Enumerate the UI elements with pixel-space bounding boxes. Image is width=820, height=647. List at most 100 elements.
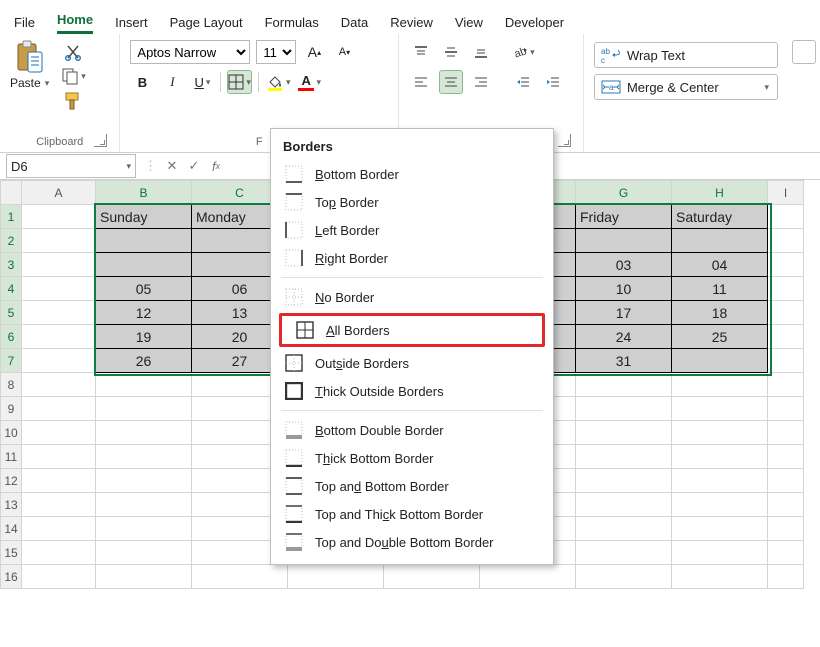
- cell[interactable]: 24: [576, 325, 672, 349]
- cell[interactable]: 19: [96, 325, 192, 349]
- underline-button[interactable]: U▾: [190, 70, 214, 94]
- borders-button[interactable]: ▾: [227, 70, 252, 94]
- tab-home[interactable]: Home: [57, 12, 93, 34]
- cancel-formula-icon[interactable]: ✕: [161, 155, 183, 177]
- border-top-bottom-item[interactable]: Top and Bottom Border: [271, 472, 553, 500]
- cell[interactable]: Sunday: [96, 205, 192, 229]
- wrap-text-icon: abc: [601, 46, 621, 64]
- row-header[interactable]: 16: [1, 565, 22, 589]
- border-thick-bottom-item[interactable]: Thick Bottom Border: [271, 444, 553, 472]
- cell[interactable]: 04: [672, 253, 768, 277]
- paste-button[interactable]: Paste▾: [10, 76, 49, 90]
- fill-color-button[interactable]: ▾: [265, 70, 292, 94]
- decrease-indent-icon[interactable]: [511, 70, 535, 94]
- row-header[interactable]: 4: [1, 277, 22, 301]
- col-header[interactable]: I: [768, 181, 804, 205]
- font-size-select[interactable]: 11: [256, 40, 296, 64]
- align-bottom-icon[interactable]: [469, 40, 493, 64]
- tab-developer[interactable]: Developer: [505, 15, 564, 34]
- fx-icon[interactable]: fx: [205, 155, 227, 177]
- border-top-double-bottom-item[interactable]: Top and Double Bottom Border: [271, 528, 553, 556]
- cell[interactable]: Friday: [576, 205, 672, 229]
- tab-insert[interactable]: Insert: [115, 15, 148, 34]
- row-header[interactable]: 2: [1, 229, 22, 253]
- row-header[interactable]: 5: [1, 301, 22, 325]
- border-outside-item[interactable]: Outside Borders: [271, 349, 553, 377]
- cell[interactable]: 25: [672, 325, 768, 349]
- cell[interactable]: 18: [672, 301, 768, 325]
- align-left-icon[interactable]: [409, 70, 433, 94]
- col-header[interactable]: A: [22, 181, 96, 205]
- cell[interactable]: 11: [672, 277, 768, 301]
- row-header[interactable]: 1: [1, 205, 22, 229]
- border-left-item[interactable]: Left Border: [271, 216, 553, 244]
- border-all-item[interactable]: All Borders: [282, 316, 542, 344]
- italic-button[interactable]: I: [160, 70, 184, 94]
- cell[interactable]: 03: [576, 253, 672, 277]
- align-right-icon[interactable]: [469, 70, 493, 94]
- wrap-text-label: Wrap Text: [627, 48, 685, 63]
- align-center-icon[interactable]: [439, 70, 463, 94]
- tab-pagelayout[interactable]: Page Layout: [170, 15, 243, 34]
- row-header[interactable]: 15: [1, 541, 22, 565]
- enter-formula-icon[interactable]: ✓: [183, 155, 205, 177]
- cell[interactable]: 10: [576, 277, 672, 301]
- paste-icon[interactable]: [15, 40, 45, 74]
- cut-icon[interactable]: [61, 43, 86, 61]
- orientation-icon[interactable]: ab▾: [511, 40, 536, 64]
- row-header[interactable]: 13: [1, 493, 22, 517]
- wrap-text-button[interactable]: abc Wrap Text: [594, 42, 778, 68]
- decrease-font-icon[interactable]: A▾: [332, 40, 356, 64]
- row-header[interactable]: 6: [1, 325, 22, 349]
- group-clipboard-label: Clipboard: [10, 132, 109, 152]
- font-name-select[interactable]: Aptos Narrow: [130, 40, 250, 64]
- merge-center-button[interactable]: a Merge & Center ▾: [594, 74, 778, 100]
- cell[interactable]: Saturday: [672, 205, 768, 229]
- increase-indent-icon[interactable]: [541, 70, 565, 94]
- border-right-item[interactable]: Right Border: [271, 244, 553, 272]
- alignment-launcher-icon[interactable]: [558, 134, 571, 147]
- border-none-item[interactable]: No Border: [271, 283, 553, 311]
- border-thick-outside-item[interactable]: Thick Outside Borders: [271, 377, 553, 405]
- border-top-thick-bottom-item[interactable]: Top and Thick Bottom Border: [271, 500, 553, 528]
- copy-icon[interactable]: ▾: [61, 67, 86, 85]
- col-header[interactable]: G: [576, 181, 672, 205]
- tab-review[interactable]: Review: [390, 15, 433, 34]
- row-header[interactable]: 14: [1, 517, 22, 541]
- row-header[interactable]: 7: [1, 349, 22, 373]
- border-top-item[interactable]: Top Border: [271, 188, 553, 216]
- row-header[interactable]: 12: [1, 469, 22, 493]
- align-middle-icon[interactable]: [439, 40, 463, 64]
- tab-data[interactable]: Data: [341, 15, 368, 34]
- cell[interactable]: [672, 349, 768, 373]
- borders-dropdown: Borders Bottom Border Top Border Left Bo…: [270, 128, 554, 565]
- font-color-button[interactable]: A▾: [297, 70, 322, 94]
- tab-formulas[interactable]: Formulas: [265, 15, 319, 34]
- cell[interactable]: 17: [576, 301, 672, 325]
- select-all-corner[interactable]: [1, 181, 22, 205]
- row-header[interactable]: 10: [1, 421, 22, 445]
- border-bottom-item[interactable]: Bottom Border: [271, 160, 553, 188]
- row-header[interactable]: 9: [1, 397, 22, 421]
- cell[interactable]: 05: [96, 277, 192, 301]
- cell[interactable]: 31: [576, 349, 672, 373]
- col-header[interactable]: H: [672, 181, 768, 205]
- tab-file[interactable]: File: [14, 15, 35, 34]
- tab-view[interactable]: View: [455, 15, 483, 34]
- borders-dropdown-title: Borders: [271, 135, 553, 160]
- row-header[interactable]: 3: [1, 253, 22, 277]
- col-header[interactable]: B: [96, 181, 192, 205]
- border-bottom-double-item[interactable]: Bottom Double Border: [271, 416, 553, 444]
- format-painter-icon[interactable]: [61, 91, 86, 111]
- row-header[interactable]: 11: [1, 445, 22, 469]
- collapse-ribbon-icon[interactable]: [792, 40, 816, 64]
- cell[interactable]: 12: [96, 301, 192, 325]
- align-top-icon[interactable]: [409, 40, 433, 64]
- ribbon-tabs: File Home Insert Page Layout Formulas Da…: [0, 0, 820, 34]
- clipboard-launcher-icon[interactable]: [94, 134, 107, 147]
- name-box[interactable]: D6 ▾: [6, 154, 136, 178]
- increase-font-icon[interactable]: A▴: [302, 40, 326, 64]
- cell[interactable]: 26: [96, 349, 192, 373]
- row-header[interactable]: 8: [1, 373, 22, 397]
- bold-button[interactable]: B: [130, 70, 154, 94]
